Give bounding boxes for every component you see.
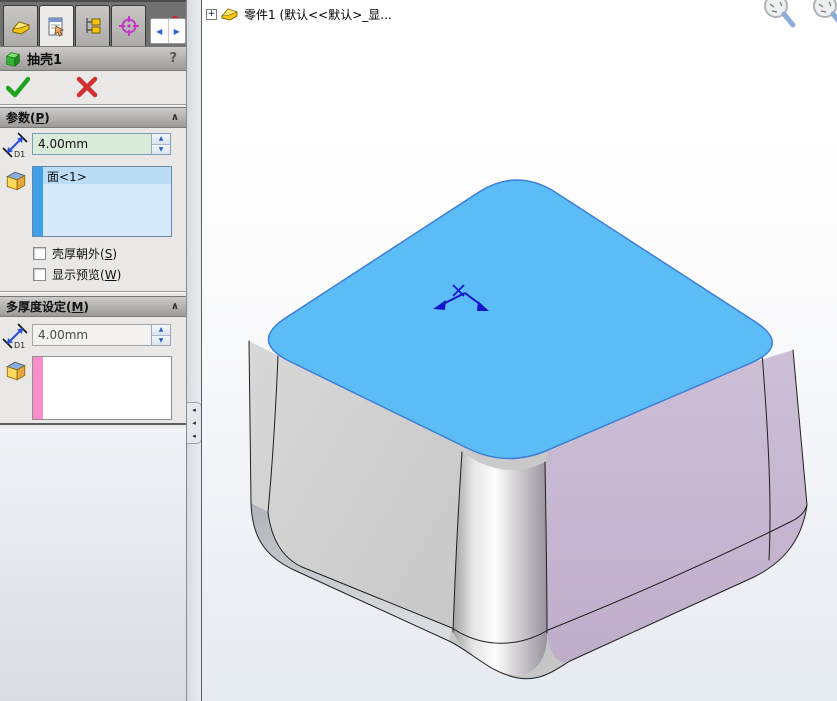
- shell-outward-checkbox-row[interactable]: 壳厚朝外(S): [33, 245, 117, 262]
- selection-list: 面<1>: [43, 167, 171, 236]
- tab-configuration-manager[interactable]: [75, 5, 110, 46]
- faces-to-remove-cube-icon: [6, 171, 26, 191]
- show-preview-checkbox[interactable]: [33, 268, 46, 281]
- shell-feature-icon: [5, 51, 21, 67]
- show-preview-label: 显示预览(W): [52, 268, 122, 282]
- ok-button[interactable]: [6, 76, 30, 98]
- divider: [0, 104, 186, 106]
- scroll-left-icon: ◀: [156, 26, 163, 36]
- selection-list-item[interactable]: 面<1>: [43, 167, 171, 184]
- spinner-down-icon: ▼: [158, 336, 164, 344]
- solidworks-window: ◀ ▶ 抽壳1 ? 参数(P) ∧ D1 4.00mm ▲ ▼ 面<1> 壳厚朝…: [0, 0, 837, 701]
- spinner-up-button[interactable]: ▲: [152, 325, 170, 336]
- panel-splitter[interactable]: ◂ ◂ ◂: [186, 0, 202, 701]
- multi-thickness-faces-cube-icon: [6, 361, 26, 381]
- section-header-multi-thickness[interactable]: 多厚度设定(M) ∧: [0, 296, 186, 317]
- svg-text:D1: D1: [14, 150, 25, 158]
- dimxpert-target-icon: [118, 16, 139, 36]
- panel-empty-area: [0, 427, 186, 701]
- spinner-down-button[interactable]: ▼: [152, 144, 170, 154]
- shell-property-manager: 抽壳1 ? 参数(P) ∧ D1 4.00mm ▲ ▼ 面<1> 壳厚朝外(S)…: [0, 46, 186, 425]
- spinner-down-icon: ▼: [158, 145, 164, 153]
- multi-selection-list: [43, 357, 171, 419]
- active-selection-stripe: [33, 167, 43, 236]
- spinner-down-button[interactable]: ▼: [152, 335, 170, 345]
- feature-tree-root-node[interactable]: 零件1 (默认<<默认>_显...: [244, 6, 392, 23]
- feature-tree-overlay: + 零件1 (默认<<默认>_显...: [206, 5, 392, 23]
- multi-thickness-spinner: ▲ ▼: [151, 325, 170, 345]
- part-document-icon: [221, 8, 238, 21]
- splitter-grip-handle[interactable]: ◂ ◂ ◂: [187, 402, 202, 444]
- panel-title: 抽壳1: [27, 53, 63, 68]
- multi-thickness-input[interactable]: 4.00mm ▲ ▼: [32, 324, 171, 346]
- multi-thickness-value: 4.00mm: [38, 328, 89, 342]
- shelled-box-model: [248, 0, 837, 680]
- divider: [0, 291, 186, 293]
- grip-arrow-icon: ◂: [192, 418, 196, 427]
- shell-outward-checkbox[interactable]: [33, 247, 46, 260]
- spinner-up-icon: ▲: [158, 326, 164, 334]
- magnifier-icon[interactable]: [813, 0, 837, 25]
- svg-text:D1: D1: [14, 341, 25, 349]
- spinner-up-icon: ▲: [158, 135, 164, 143]
- tab-feature-manager[interactable]: [3, 5, 38, 46]
- thickness-spinner: ▲ ▼: [151, 134, 170, 154]
- tab-scroll-buttons: ◀ ▶: [150, 18, 186, 44]
- multi-selection-stripe: [33, 357, 43, 419]
- zoom-tool-icons: [764, 0, 837, 28]
- configurations-icon: [85, 18, 100, 34]
- section-title: 参数(P): [6, 111, 50, 125]
- d1-dimension-icon: D1: [2, 323, 28, 349]
- section-title: 多厚度设定(M): [6, 300, 89, 314]
- multi-thickness-selection-listbox[interactable]: [32, 356, 172, 420]
- scroll-right-icon: ▶: [173, 26, 180, 36]
- tab-scroll-left-button[interactable]: ◀: [151, 19, 169, 43]
- panel-tab-bar: ◀ ▶: [0, 0, 186, 48]
- show-preview-checkbox-row[interactable]: 显示预览(W): [33, 266, 121, 283]
- grip-arrow-icon: ◂: [192, 405, 196, 414]
- model-front-corner-fillet[interactable]: [453, 452, 548, 676]
- shell-thickness-input[interactable]: 4.00mm ▲ ▼: [32, 133, 171, 155]
- shell-outward-label: 壳厚朝外(S): [52, 247, 117, 261]
- thickness-value: 4.00mm: [38, 137, 89, 151]
- collapse-chevron-icon: ∧: [170, 111, 179, 123]
- graphics-viewport[interactable]: + 零件1 (默认<<默认>_显...: [201, 0, 837, 701]
- cancel-button[interactable]: [76, 76, 98, 98]
- d1-dimension-icon: D1: [2, 132, 28, 158]
- tab-scroll-right-button[interactable]: ▶: [169, 19, 186, 43]
- faces-selection-listbox[interactable]: 面<1>: [32, 166, 172, 237]
- section-header-parameters[interactable]: 参数(P) ∧: [0, 107, 186, 128]
- feature-solid-icon: [11, 21, 30, 35]
- spinner-up-button[interactable]: ▲: [152, 134, 170, 145]
- plus-icon: +: [207, 8, 216, 19]
- tab-property-manager[interactable]: [39, 5, 74, 48]
- panel-title-bar: 抽壳1 ?: [0, 46, 186, 71]
- grip-arrow-icon: ◂: [192, 432, 196, 441]
- collapse-chevron-icon: ∧: [170, 300, 179, 312]
- tab-dimxpert[interactable]: [111, 5, 146, 46]
- magnifier-icon[interactable]: [764, 0, 796, 28]
- tree-expand-button[interactable]: +: [206, 8, 217, 20]
- help-icon[interactable]: ?: [169, 51, 177, 66]
- property-manager-icon: [48, 17, 64, 37]
